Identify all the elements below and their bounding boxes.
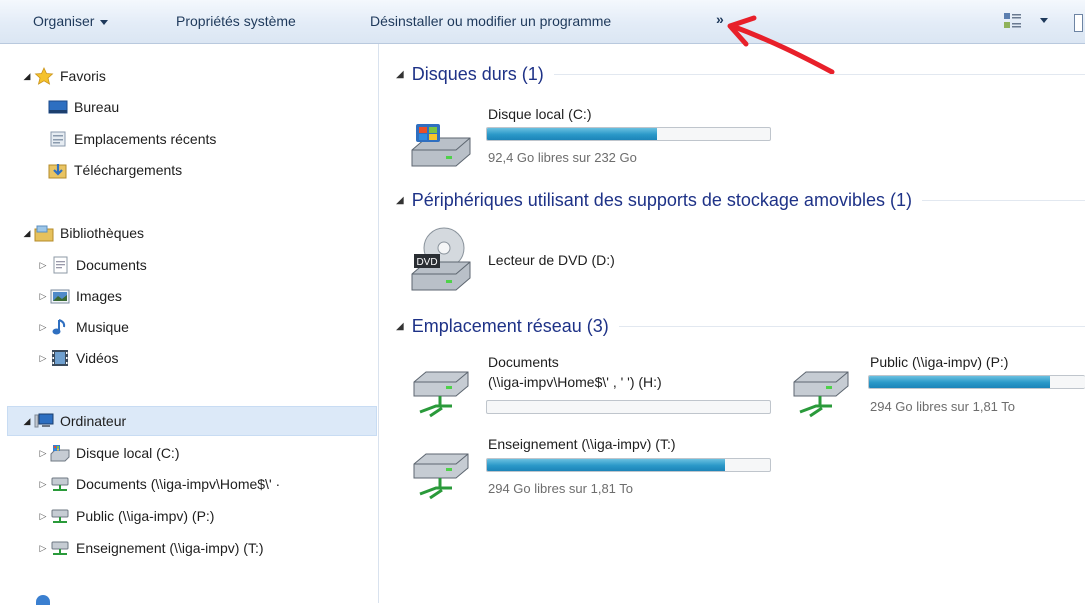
system-properties-button[interactable]: Propriétés système <box>176 13 296 29</box>
group-title: Périphériques utilisant des supports de … <box>411 190 912 210</box>
capacity-fill <box>487 128 657 140</box>
nav-label: Images <box>76 288 122 304</box>
command-bar: Organiser Propriétés système Désinstalle… <box>0 0 1085 44</box>
nav-label: Public (\\iga-impv) (P:) <box>76 508 215 524</box>
music-note-icon <box>50 318 70 336</box>
capacity-fill <box>487 459 725 471</box>
expanded-triangle-icon[interactable]: ◢ <box>20 228 34 239</box>
nav-libraries[interactable]: ◢ Bibliothèques <box>20 220 144 246</box>
videos-icon <box>50 349 70 367</box>
documents-icon <box>50 256 70 274</box>
star-icon <box>34 67 54 85</box>
nav-network-teaching[interactable]: ▷ Enseignement (\\iga-impv) (T:) <box>36 535 264 561</box>
collapsed-triangle-icon[interactable]: ▷ <box>36 260 50 271</box>
content-pane: ◢ Disques durs (1) Disque local (C:) 92,… <box>380 44 1085 603</box>
view-options-icon[interactable] <box>1003 12 1023 30</box>
dvd-drive-icon: DVD <box>411 227 471 291</box>
group-header-network[interactable]: ◢ Emplacement réseau (3) <box>396 316 1085 337</box>
computer-icon <box>34 412 54 430</box>
collapsed-triangle-icon[interactable]: ▷ <box>36 543 50 554</box>
nav-favorites[interactable]: ◢ Favoris <box>20 63 106 89</box>
navigation-pane: ◢ Favoris Bureau Emplacements récents Té… <box>0 44 379 605</box>
expanded-triangle-icon[interactable]: ◢ <box>396 69 404 80</box>
expanded-triangle-icon[interactable]: ◢ <box>20 416 34 427</box>
uninstall-program-button[interactable]: Désinstaller ou modifier un programme <box>370 13 611 29</box>
nav-label: Disque local (C:) <box>76 445 180 461</box>
organise-label: Organiser <box>33 13 95 29</box>
hard-drive-icon <box>411 124 471 167</box>
capacity-fill <box>869 376 1051 388</box>
collapsed-triangle-icon[interactable]: ▷ <box>36 353 50 364</box>
network-globe-icon <box>36 595 50 605</box>
nav-images[interactable]: ▷ Images <box>36 283 122 309</box>
drive-name: Lecteur de DVD (D:) <box>488 252 615 268</box>
nav-label: Enseignement (\\iga-impv) (T:) <box>76 540 264 556</box>
network-drive-icon <box>793 371 849 418</box>
nav-network-documents[interactable]: ▷ Documents (\\iga-impv\Home$\' · <box>36 471 281 497</box>
divider <box>618 326 1085 327</box>
libraries-icon <box>34 224 54 242</box>
nav-label: Téléchargements <box>74 162 183 178</box>
nav-computer[interactable]: ◢ Ordinateur <box>20 408 127 434</box>
collapsed-triangle-icon[interactable]: ▷ <box>36 511 50 522</box>
preview-pane-icon[interactable] <box>1074 14 1083 32</box>
local-disk-icon <box>50 444 70 462</box>
drive-capacity-bar <box>868 375 1085 389</box>
nav-label: Vidéos <box>76 350 119 366</box>
nav-videos[interactable]: ▷ Vidéos <box>36 345 119 371</box>
nav-documents[interactable]: ▷ Documents <box>36 252 147 278</box>
network-drive-icon <box>413 453 469 500</box>
images-icon <box>50 287 70 305</box>
drive-capacity-bar <box>486 400 771 414</box>
nav-network-public[interactable]: ▷ Public (\\iga-impv) (P:) <box>36 503 215 529</box>
nav-label: Ordinateur <box>60 413 127 429</box>
expanded-triangle-icon[interactable]: ◢ <box>396 195 404 206</box>
nav-local-disk[interactable]: ▷ Disque local (C:) <box>36 440 179 466</box>
group-title: Disques durs (1) <box>411 64 544 84</box>
collapsed-triangle-icon[interactable]: ▷ <box>36 448 50 459</box>
nav-label: Documents <box>76 257 147 273</box>
chevron-down-icon <box>100 19 109 25</box>
drive-name: Disque local (C:) <box>488 106 592 122</box>
nav-label: Emplacements récents <box>74 131 217 147</box>
drive-free-space: 92,4 Go libres sur 232 Go <box>488 150 637 165</box>
nav-desktop[interactable]: Bureau <box>48 94 119 120</box>
expanded-triangle-icon[interactable]: ◢ <box>396 321 404 332</box>
nav-recent-places[interactable]: Emplacements récents <box>48 126 216 152</box>
downloads-folder-icon <box>48 161 68 179</box>
collapsed-triangle-icon[interactable]: ▷ <box>36 291 50 302</box>
view-options-chevron-icon[interactable] <box>1040 18 1048 23</box>
desktop-icon <box>48 98 68 116</box>
drive-capacity-bar <box>486 127 771 141</box>
nav-music[interactable]: ▷ Musique <box>36 314 129 340</box>
group-title: Emplacement réseau (3) <box>411 316 609 336</box>
group-header-removable[interactable]: ◢ Périphériques utilisant des supports d… <box>396 190 1085 211</box>
organise-menu-button[interactable]: Organiser <box>33 13 109 29</box>
nav-label: Bureau <box>74 99 120 115</box>
collapsed-triangle-icon[interactable]: ▷ <box>36 479 50 490</box>
network-drive-icon <box>50 475 70 493</box>
nav-label: Documents (\\iga-impv\Home$\' · <box>76 476 281 492</box>
nav-downloads[interactable]: Téléchargements <box>48 157 182 183</box>
network-drive-icon <box>413 371 469 418</box>
drive-name: Enseignement (\\iga-impv) (T:) <box>488 436 676 452</box>
nav-label: Favoris <box>60 68 106 84</box>
nav-label: Bibliothèques <box>60 225 145 241</box>
network-drive-icon <box>50 507 70 525</box>
dvd-badge: DVD <box>416 257 437 268</box>
drive-free-space: 294 Go libres sur 1,81 To <box>870 399 1016 414</box>
network-drive-icon <box>50 539 70 557</box>
drive-name-line1: Documents <box>488 354 559 370</box>
drive-free-space: 294 Go libres sur 1,81 To <box>488 481 634 496</box>
expanded-triangle-icon[interactable]: ◢ <box>20 71 34 82</box>
drive-name: Public (\\iga-impv) (P:) <box>870 354 1009 370</box>
drive-name-line2: (\\iga-impv\Home$\' , ' ') (H:) <box>488 374 662 390</box>
divider <box>921 200 1085 201</box>
group-header-hard-drives[interactable]: ◢ Disques durs (1) <box>396 64 1085 85</box>
nav-label: Musique <box>76 319 129 335</box>
recent-places-icon <box>48 130 68 148</box>
divider <box>553 74 1085 75</box>
collapsed-triangle-icon[interactable]: ▷ <box>36 322 50 333</box>
drive-capacity-bar <box>486 458 771 472</box>
